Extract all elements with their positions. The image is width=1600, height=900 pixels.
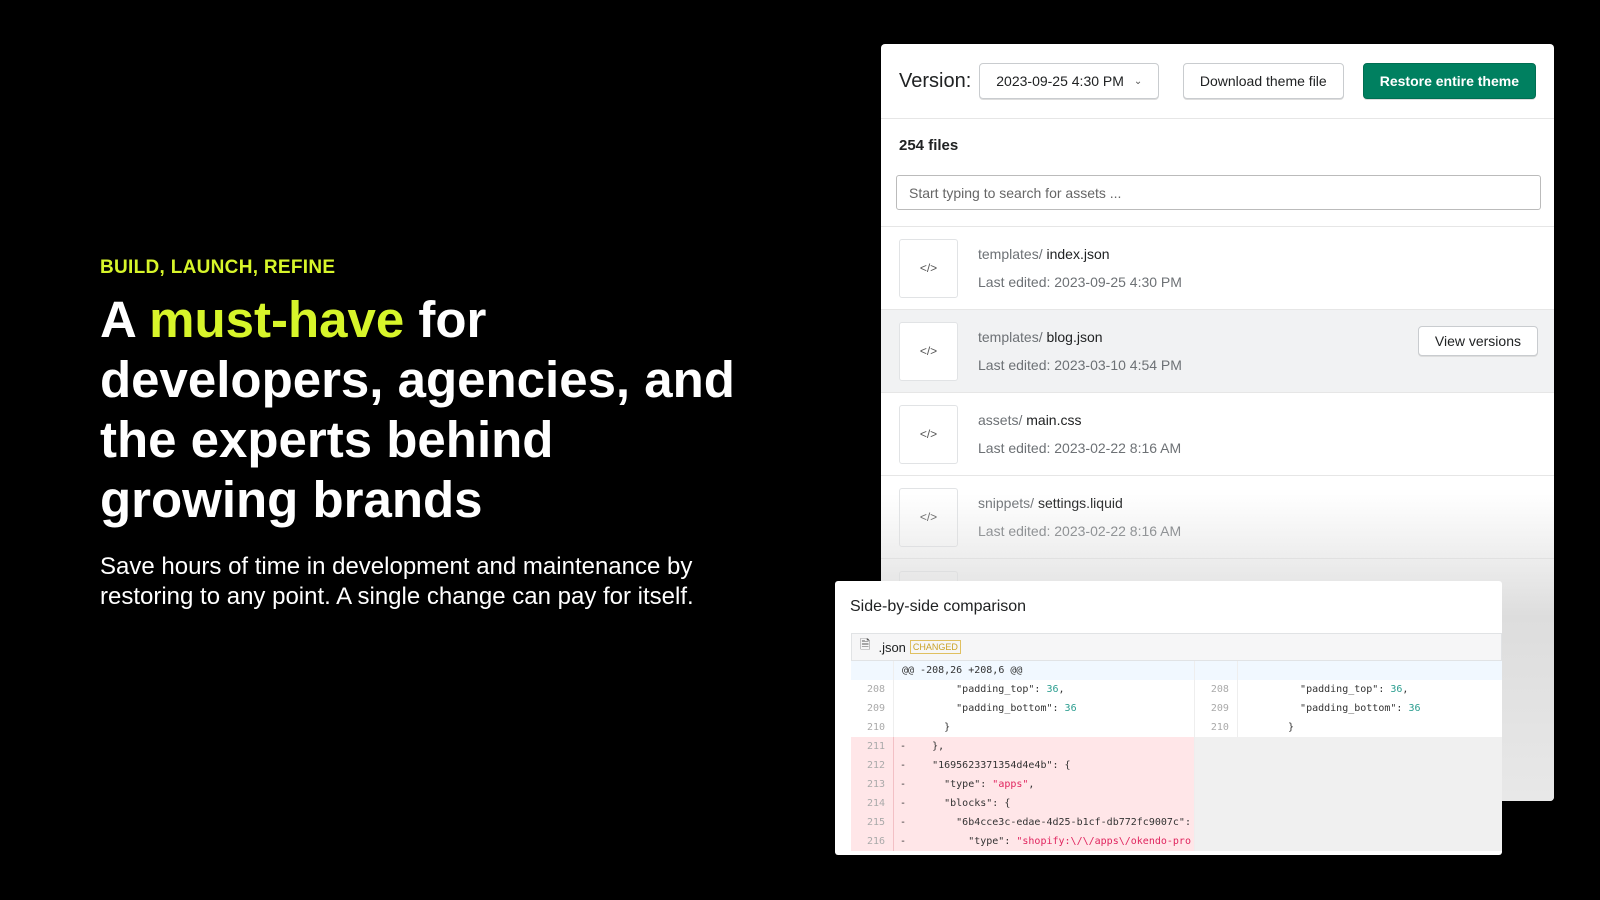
file-path: templates/ blog.json (978, 329, 1103, 345)
diff-empty-line (1194, 756, 1502, 775)
chevron-down-icon: ⌄ (1133, 75, 1143, 87)
diff-line: 209 "padding_bottom": 36 (851, 699, 1194, 718)
diff-empty-line (1194, 832, 1502, 851)
file-path: assets/ main.css (978, 412, 1082, 428)
version-label: Version: (899, 69, 972, 92)
diff-file-name: .json (878, 639, 906, 655)
version-select[interactable]: 2023-09-25 4:30 PM ⌄ (979, 63, 1160, 99)
file-count: 254 files (899, 137, 959, 154)
diff-line: 215- "6b4cce3c-edae-4d25-b1cf-db772fc900… (851, 813, 1194, 832)
diff-line: 210 } (851, 718, 1194, 737)
hero-eyebrow: BUILD, LAUNCH, REFINE (100, 257, 336, 278)
diff-empty-line (1194, 794, 1502, 813)
diff-line: 212- "1695623371354d4e4b": { (851, 756, 1194, 775)
headline-highlight: must-have (149, 291, 405, 348)
diff-file-header: 🗎 .json CHANGED (851, 633, 1502, 661)
file-row[interactable]: </> templates/ index.json Last edited: 202… (881, 227, 1554, 310)
comparison-title: Side-by-side comparison (850, 598, 1027, 615)
diff-view: @@ -208,26 +208,6 @@ 208 "padding_top": 3… (851, 661, 1502, 851)
file-row[interactable]: </> templates/ blog.json Last edited: 2023… (881, 310, 1554, 393)
version-value: 2023-09-25 4:30 PM (996, 73, 1124, 89)
diff-line: 213- "type": "apps", (851, 775, 1194, 794)
last-edited: Last edited: 2023-03-10 4:54 PM (978, 357, 1182, 373)
hero-headline: A must-have for developers, agencies, an… (100, 290, 740, 530)
asset-search-input[interactable]: Start typing to search for assets ... (896, 175, 1541, 210)
hero-body: Save hours of time in development and ma… (100, 553, 694, 610)
diff-line: 208 "padding_top": 36, (851, 680, 1194, 699)
file-row[interactable]: </> assets/ main.css Last edited: 2023-02-… (881, 393, 1554, 476)
code-icon: </> (899, 321, 958, 381)
last-edited: Last edited: 2023-09-25 4:30 PM (978, 274, 1182, 290)
diff-left: @@ -208,26 +208,6 @@ 208 "padding_top": 3… (851, 661, 1194, 851)
diff-line: 211- }, (851, 737, 1194, 756)
download-theme-button[interactable]: Download theme file (1182, 63, 1344, 99)
restore-theme-button[interactable]: Restore entire theme (1362, 63, 1536, 99)
diff-empty-line (1194, 813, 1502, 832)
diff-hunk-header: @@ -208,26 +208,6 @@ (851, 661, 1194, 680)
diff-hunk-spacer (1194, 661, 1502, 680)
code-icon: </> (899, 238, 958, 298)
last-edited: Last edited: 2023-02-22 8:16 AM (978, 440, 1182, 456)
diff-empty-line (1194, 737, 1502, 756)
changed-badge: CHANGED (909, 640, 961, 654)
headline-text: A (100, 291, 150, 348)
file-icon: 🗎 (860, 637, 871, 652)
diff-line: 216- "type": "shopify:\/\/apps\/okendo-p… (851, 832, 1194, 851)
diff-empty-line (1194, 775, 1502, 794)
diff-line: 210 } (1195, 718, 1502, 737)
diff-line: 208 "padding_top": 36, (1195, 680, 1502, 699)
diff-line: 209 "padding_bottom": 36 (1195, 699, 1502, 718)
file-path: templates/ index.json (978, 246, 1110, 262)
diff-right: 208 "padding_top": 36, 209 "padding_botto… (1193, 661, 1502, 851)
code-icon: </> (899, 404, 958, 464)
toolbar: Version: 2023-09-25 4:30 PM ⌄ Download th… (881, 44, 1554, 119)
comparison-panel: Side-by-side comparison 🗎 .json CHANGED @@… (835, 581, 1502, 855)
view-versions-button[interactable]: View versions (1417, 326, 1538, 356)
diff-line: 214- "blocks": { (851, 794, 1194, 813)
